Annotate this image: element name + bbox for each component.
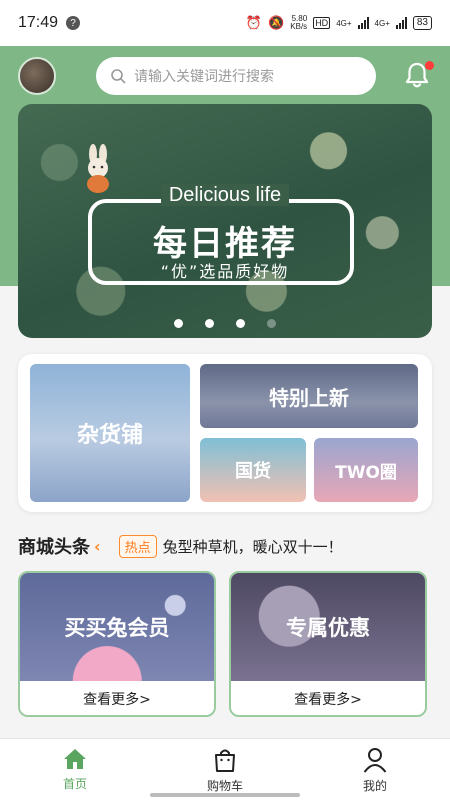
promo-card-exclusive[interactable]: 专属优惠 查看更多> xyxy=(229,571,427,717)
status-icons: ⏰ 🔕 5.80 KB/s HD 4G+ 4G+ 83 xyxy=(246,15,432,31)
shopping-bag-icon xyxy=(215,749,235,772)
carousel-dot[interactable] xyxy=(236,319,245,328)
notification-badge xyxy=(425,61,434,70)
hot-tag: 热点 xyxy=(118,534,157,558)
top-bar: 请输入关键词进行搜索 xyxy=(0,46,450,106)
home-icon xyxy=(64,749,86,769)
category-grocery[interactable]: 杂货铺 xyxy=(30,364,190,502)
signal-icon xyxy=(357,17,369,29)
battery-icon: 83 xyxy=(412,16,432,30)
category-label: 特别上新 xyxy=(269,385,349,410)
carousel-indicators xyxy=(18,319,432,328)
alarm-icon: ⏰ xyxy=(245,15,263,30)
news-headline[interactable]: 兔型种草机，暖心双十一！ xyxy=(163,536,343,557)
promo-image: 买买兔会员 xyxy=(20,573,214,681)
category-label: 杂货铺 xyxy=(76,423,143,448)
see-more-link[interactable]: 查看更多> xyxy=(231,681,425,715)
net-speed: 5.80 KB/s xyxy=(290,14,308,31)
promo-title: 专属优惠 xyxy=(286,616,370,640)
news-title: 商城头条 xyxy=(18,537,90,558)
notification-button[interactable] xyxy=(404,61,434,91)
search-box[interactable]: 请输入关键词进行搜索 xyxy=(96,57,376,95)
nav-label: 首页 xyxy=(62,777,87,791)
search-input[interactable]: 请输入关键词进行搜索 xyxy=(134,66,274,86)
notification-icon: ? xyxy=(66,16,81,30)
see-more-link[interactable]: 查看更多> xyxy=(20,681,214,715)
bottom-nav: 首页 购物车 我的 xyxy=(0,738,450,800)
nav-home[interactable]: 首页 xyxy=(0,739,150,800)
signal-icon-2 xyxy=(395,17,407,29)
status-time: 17:49 xyxy=(18,14,59,31)
home-indicator[interactable] xyxy=(150,793,300,797)
sim2-label: 4G+ xyxy=(374,18,390,28)
nav-cart[interactable]: 购物车 xyxy=(150,739,300,800)
category-label: 国货 xyxy=(235,461,271,482)
promo-image: 专属优惠 xyxy=(231,573,425,681)
category-two-circle[interactable]: TWO圈 xyxy=(314,438,418,502)
promo-title: 买买兔会员 xyxy=(64,616,170,640)
sim1-label: 4G+ xyxy=(336,18,352,28)
nav-profile[interactable]: 我的 xyxy=(300,739,450,800)
nav-label: 我的 xyxy=(362,779,387,793)
news-bar[interactable]: 商城头条 ‹ 热点 兔型种草机，暖心双十一！ xyxy=(18,532,432,560)
carousel-dot[interactable] xyxy=(174,319,183,328)
promo-card-membership[interactable]: 买买兔会员 查看更多> xyxy=(18,571,216,717)
category-domestic[interactable]: 国货 xyxy=(200,438,306,502)
category-label: TWO圈 xyxy=(335,462,397,483)
nav-label: 购物车 xyxy=(206,779,243,793)
search-icon xyxy=(111,69,126,84)
promo-banner[interactable]: Delicious life 每日推荐 “优”选品质好物 xyxy=(18,104,432,338)
category-card: 杂货铺 特别上新 国货 TWO圈 xyxy=(18,354,432,512)
carousel-dot[interactable] xyxy=(267,319,276,328)
avatar[interactable] xyxy=(18,57,56,95)
carousel-dot[interactable] xyxy=(205,319,214,328)
mute-icon: 🔕 xyxy=(268,15,285,30)
banner-subtitle: “优”选品质好物 xyxy=(160,262,290,281)
category-new-arrivals[interactable]: 特别上新 xyxy=(200,364,418,428)
banner-english-title: Delicious life xyxy=(18,184,432,207)
user-icon xyxy=(363,748,387,773)
status-bar: 17:49 ? ⏰ 🔕 5.80 KB/s HD 4G+ 4G+ 83 xyxy=(0,0,450,46)
hd-badge: HD xyxy=(313,17,331,29)
chevron-left-icon: ‹ xyxy=(94,536,101,556)
